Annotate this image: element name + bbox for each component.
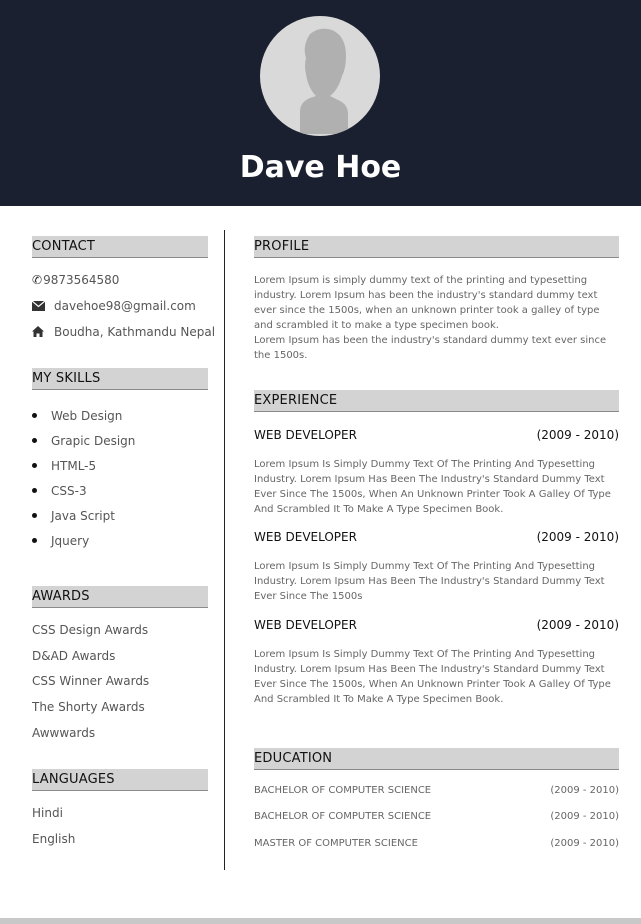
- education-degree: BACHELOR OF COMPUTER SCIENCE: [254, 811, 432, 822]
- resume-header: Dave Hoe: [0, 0, 641, 206]
- home-icon: [32, 326, 46, 338]
- contact-address: Boudha, Kathmandu Nepal: [32, 325, 215, 339]
- email-value: davehoe98@gmail.com: [54, 299, 196, 313]
- person-silhouette-icon: [300, 28, 348, 135]
- phone-icon: ✆: [32, 273, 43, 287]
- language-item: Hindi: [32, 806, 63, 820]
- education-degree: MASTER OF COMPUTER SCIENCE: [254, 838, 418, 849]
- awards-heading: AWARDS: [32, 586, 208, 608]
- job-title: WEB DEVELOPER: [254, 618, 357, 632]
- award-item: The Shorty Awards: [32, 700, 145, 714]
- job-date: (2009 - 2010): [536, 428, 619, 442]
- experience-heading: EXPERIENCE: [254, 390, 619, 412]
- education-degree: BACHELOR OF COMPUTER SCIENCE: [254, 785, 432, 796]
- job-title: WEB DEVELOPER: [254, 428, 357, 442]
- award-item: CSS Design Awards: [32, 623, 149, 637]
- list-item: Web Design: [32, 409, 122, 423]
- job-date: (2009 - 2010): [536, 618, 619, 632]
- list-item: HTML-5: [32, 459, 96, 473]
- languages-heading: LANGUAGES: [32, 769, 208, 791]
- list-item: CSS-3: [32, 484, 87, 498]
- skills-heading: MY SKILLS: [32, 368, 208, 390]
- job-title: WEB DEVELOPER: [254, 530, 357, 544]
- envelope-icon: [31, 300, 46, 312]
- award-item: CSS Winner Awards: [32, 674, 150, 688]
- education-heading: EDUCATION: [254, 748, 619, 770]
- contact-heading: CONTACT: [32, 236, 208, 258]
- address-value: Boudha, Kathmandu Nepal: [54, 325, 216, 339]
- list-item: Grapic Design: [32, 434, 135, 448]
- profile-heading: PROFILE: [254, 236, 619, 258]
- list-item: Java Script: [32, 509, 115, 523]
- contact-email: davehoe98@gmail.com: [31, 299, 196, 313]
- page-title: Dave Hoe: [239, 150, 402, 185]
- education-date: (2009 - 2010): [550, 838, 619, 849]
- footer-bar: [0, 918, 641, 924]
- profile-text: Lorem Ipsum is simply dummy text of the …: [254, 275, 607, 361]
- avatar: [260, 16, 380, 136]
- language-item: English: [32, 832, 76, 846]
- award-item: Awwwards: [32, 726, 96, 740]
- job-description: Lorem Ipsum Is Simply Dummy Text Of The …: [254, 561, 605, 602]
- education-date: (2009 - 2010): [550, 811, 619, 822]
- column-divider: [224, 230, 225, 870]
- education-date: (2009 - 2010): [550, 785, 619, 796]
- list-item: Jquery: [32, 534, 89, 548]
- job-description: Lorem Ipsum Is Simply Dummy Text Of The …: [254, 649, 611, 705]
- award-item: D&AD Awards: [32, 649, 116, 663]
- phone-value: 9873564580: [43, 273, 120, 287]
- contact-phone: ✆ 9873564580: [32, 273, 119, 287]
- job-description: Lorem Ipsum Is Simply Dummy Text Of The …: [254, 459, 611, 515]
- job-date: (2009 - 2010): [536, 530, 619, 544]
